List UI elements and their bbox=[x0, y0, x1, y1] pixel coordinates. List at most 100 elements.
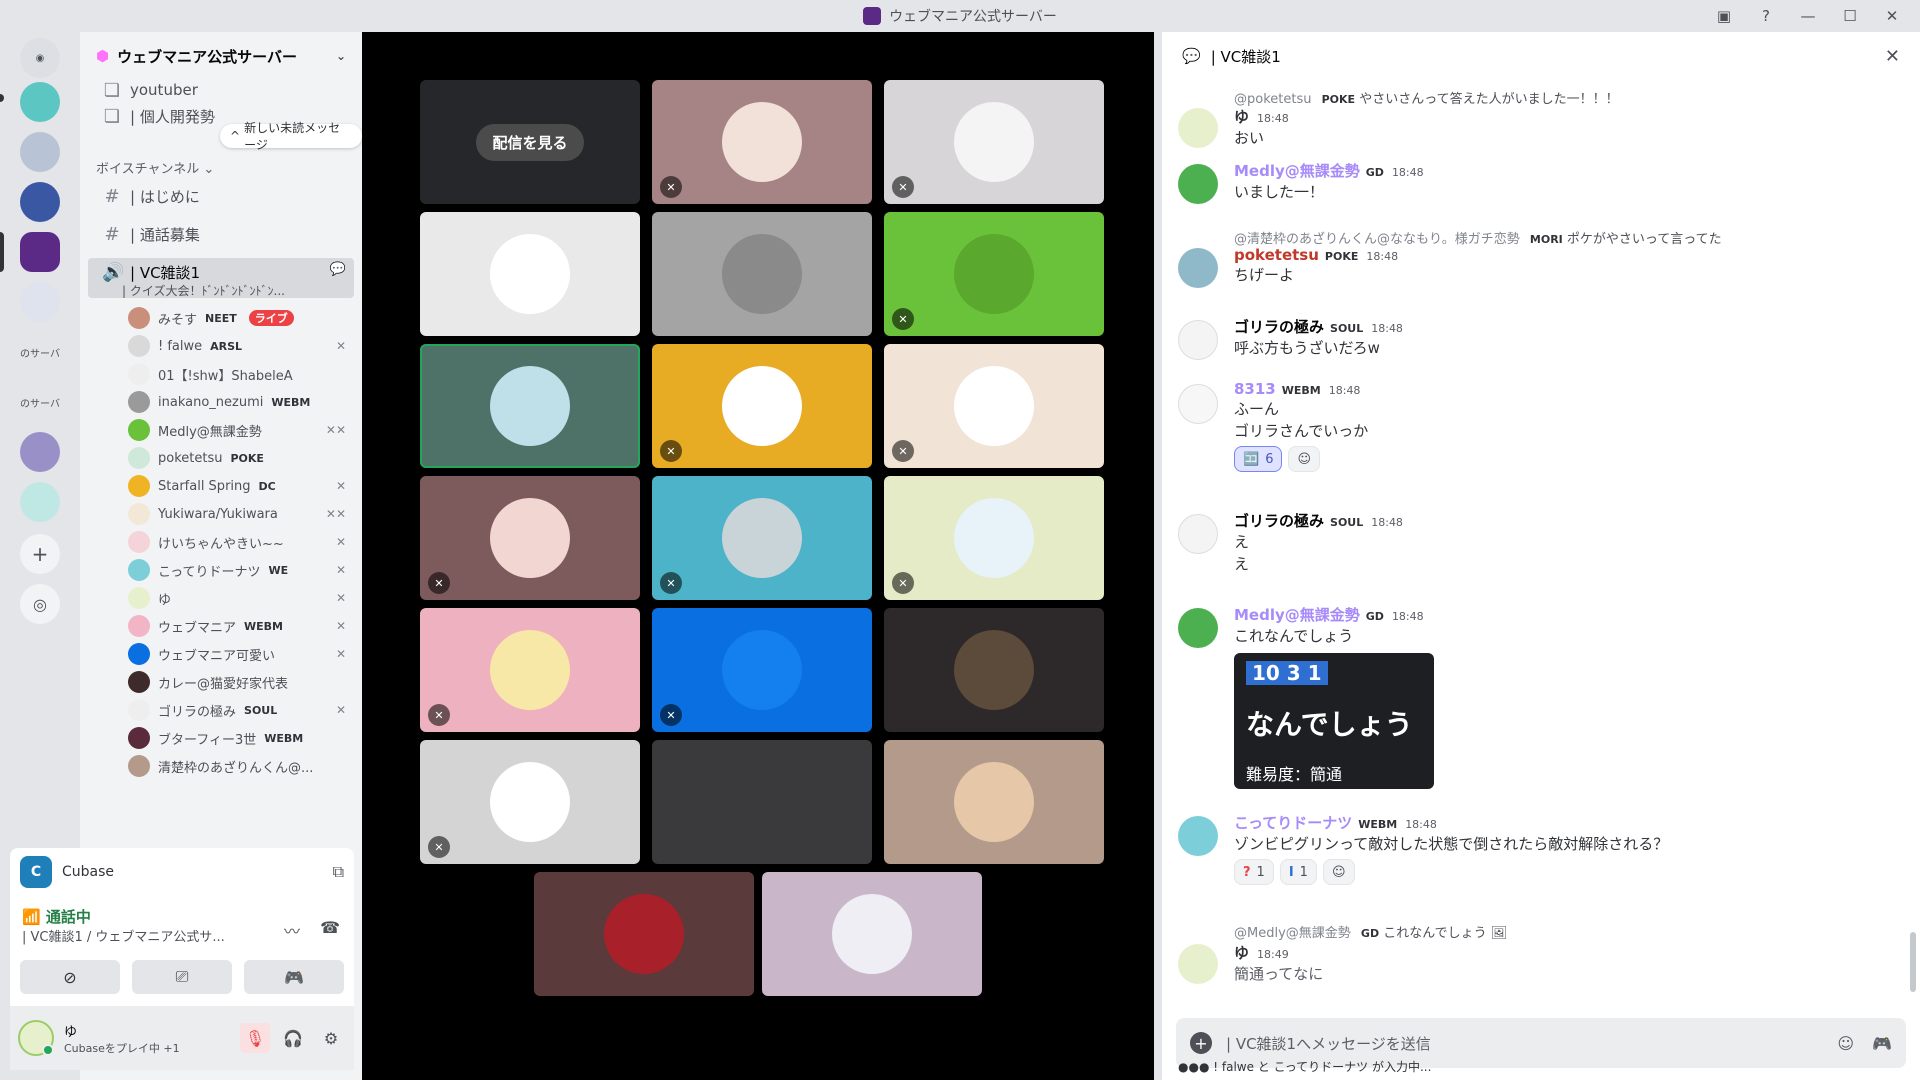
message-input[interactable]: | VC雑談1へメッセージを送信 bbox=[1226, 1033, 1431, 1054]
channel-hajimeni[interactable]: # | はじめに bbox=[88, 180, 354, 212]
server-icon-1[interactable] bbox=[20, 82, 60, 122]
headphones-icon[interactable]: 🎧 bbox=[278, 1023, 308, 1053]
participant-tile[interactable]: ✕ bbox=[420, 476, 640, 600]
avatar[interactable] bbox=[1178, 608, 1218, 648]
voice-user[interactable]: ウェブマニア可愛い ✕ bbox=[128, 640, 354, 668]
add-reaction-button[interactable]: ☺ bbox=[1322, 859, 1355, 885]
voice-user[interactable]: Starfall Spring DC ✕ bbox=[128, 472, 354, 500]
avatar[interactable] bbox=[1178, 944, 1218, 984]
avatar[interactable] bbox=[1178, 384, 1218, 424]
activity-button[interactable]: 🎮 bbox=[244, 960, 344, 994]
voice-user[interactable]: こってりドーナツ WE ✕ bbox=[128, 556, 354, 584]
noise-suppression-icon[interactable]: 〰 bbox=[284, 918, 300, 942]
voice-user[interactable]: 01【!shw】ShabeleA bbox=[128, 360, 354, 388]
message-author[interactable]: ゴリラの極み bbox=[1234, 512, 1324, 530]
message-author[interactable]: ゆ bbox=[1234, 108, 1249, 126]
participant-tile[interactable]: ✕ bbox=[652, 80, 872, 204]
message-author[interactable]: poketetsu bbox=[1234, 246, 1319, 264]
discover-icon[interactable]: ◎ bbox=[20, 584, 60, 624]
participant-tile[interactable]: ✕ bbox=[884, 344, 1104, 468]
server-icon-5[interactable] bbox=[20, 282, 60, 322]
avatar[interactable] bbox=[1178, 108, 1218, 148]
close-icon[interactable]: ✕ bbox=[1885, 46, 1900, 67]
reaction-button[interactable]: ? 1 bbox=[1234, 859, 1274, 885]
voice-user[interactable]: ゴリラの極み SOUL ✕ bbox=[128, 696, 354, 724]
message-author[interactable]: Medly@無課金勢 bbox=[1234, 162, 1360, 180]
reply-preview[interactable]: @Medly@無課金勢 GD これなんでしょう 🖼 bbox=[1234, 922, 1507, 941]
channel-call-recruit[interactable]: # | 通話募集 bbox=[88, 218, 354, 250]
add-reaction-button[interactable]: ☺ bbox=[1288, 446, 1321, 472]
server-icon-7[interactable] bbox=[20, 482, 60, 522]
participant-tile[interactable]: ✕ bbox=[652, 608, 872, 732]
participant-tile[interactable]: ✕ bbox=[420, 740, 640, 864]
reply-preview[interactable]: @清楚枠のあざりんくん@ななもり。様ガチ恋勢 MORI ポケがやさいって言ってた bbox=[1234, 228, 1722, 247]
voice-user[interactable]: みそす NEET ライブ bbox=[128, 304, 354, 332]
server-icon-3[interactable] bbox=[20, 182, 60, 222]
watch-stream-button[interactable]: 配信を見る bbox=[476, 123, 584, 161]
reaction-button[interactable]: I1 bbox=[1279, 859, 1317, 885]
stream-tile[interactable]: 配信を見る bbox=[420, 80, 640, 204]
voice-user[interactable]: 清楚枠のあざりんくん@... bbox=[128, 752, 354, 780]
help-icon[interactable]: ? bbox=[1746, 0, 1786, 32]
participant-tile[interactable]: ✕ bbox=[652, 344, 872, 468]
new-unread-button[interactable]: ^ 新しい未読メッセージ bbox=[220, 121, 362, 152]
voice-user[interactable]: Medly@無課金勢 ✕✕ bbox=[128, 416, 354, 444]
add-attachment-icon[interactable]: + bbox=[1190, 1032, 1212, 1054]
minimize-button[interactable]: — bbox=[1788, 0, 1828, 32]
server-icon-2[interactable] bbox=[20, 132, 60, 172]
activity-card[interactable]: C Cubase ⧉ bbox=[10, 848, 354, 896]
image-attachment[interactable]: 10 3 1 なんでしょう 難易度：簡通 bbox=[1234, 653, 1434, 789]
avatar[interactable] bbox=[1178, 164, 1218, 204]
participant-tile[interactable] bbox=[534, 872, 754, 996]
participant-tile[interactable] bbox=[652, 212, 872, 336]
camera-off-button[interactable]: ⊘ bbox=[20, 960, 120, 994]
voice-user[interactable]: カレー@猫愛好家代表 bbox=[128, 668, 354, 696]
avatar[interactable] bbox=[18, 1020, 54, 1056]
reply-preview[interactable]: @poketetsu POKE やさいさんって答えた人がいました一！！！ bbox=[1234, 88, 1619, 107]
message-author[interactable]: こってりドーナツ bbox=[1234, 814, 1352, 832]
server-header[interactable]: ⬢ ウェブマニア公式サーバー ⌄ bbox=[80, 32, 362, 80]
participant-tile[interactable] bbox=[420, 344, 640, 468]
voice-status[interactable]: 📶 通話中 bbox=[22, 906, 91, 927]
message-author[interactable]: Medly@無課金勢 bbox=[1234, 606, 1360, 624]
disconnect-icon[interactable]: ☎ bbox=[320, 918, 340, 942]
participant-tile[interactable]: ✕ bbox=[420, 608, 640, 732]
voice-user[interactable]: ブターフィー3世 WEBM bbox=[128, 724, 354, 752]
participant-tile[interactable] bbox=[884, 608, 1104, 732]
close-window-button[interactable]: ✕ bbox=[1872, 0, 1912, 32]
message[interactable]: @poketetsu POKE やさいさんって答えた人がいました一！！！ ゆ 18… bbox=[1178, 88, 1898, 158]
mic-muted-icon[interactable]: 🎙 bbox=[240, 1023, 270, 1053]
voice-user[interactable]: けいちゃんやきい~~ ✕ bbox=[128, 528, 354, 556]
activity-icon[interactable]: 🎮 bbox=[1872, 1034, 1892, 1053]
server-icon-webmania[interactable] bbox=[20, 232, 60, 272]
participant-tile[interactable]: ✕ bbox=[652, 476, 872, 600]
avatar[interactable] bbox=[1178, 248, 1218, 288]
voice-category[interactable]: ボイスチャンネル ⌄ bbox=[96, 158, 214, 177]
gear-icon[interactable]: ⚙ bbox=[316, 1023, 346, 1053]
voice-user[interactable]: Yukiwara/Yukiwara ✕✕ bbox=[128, 500, 354, 528]
inbox-icon[interactable]: ▣ bbox=[1704, 0, 1744, 32]
voice-user[interactable]: ウェブマニア WEBM ✕ bbox=[128, 612, 354, 640]
server-icon-6[interactable] bbox=[20, 432, 60, 472]
server-label-2[interactable]: のサーバ bbox=[20, 382, 60, 422]
participant-tile[interactable]: ✕ bbox=[884, 80, 1104, 204]
voice-user[interactable]: inakano_nezumi WEBM bbox=[128, 388, 354, 416]
chat-icon[interactable]: 💬 bbox=[330, 262, 346, 277]
participant-tile[interactable] bbox=[652, 740, 872, 864]
add-server-icon[interactable]: + bbox=[20, 534, 60, 574]
emoji-picker-icon[interactable]: ☺ bbox=[1837, 1034, 1854, 1053]
participant-tile[interactable]: ✕ bbox=[884, 476, 1104, 600]
avatar[interactable] bbox=[1178, 816, 1218, 856]
message-author[interactable]: ゆ bbox=[1234, 944, 1249, 962]
scrollbar[interactable] bbox=[1910, 932, 1916, 992]
voice-user[interactable]: ゆ ✕ bbox=[128, 584, 354, 612]
voice-user[interactable]: ! falwe ARSL ✕ bbox=[128, 332, 354, 360]
participant-tile[interactable] bbox=[884, 740, 1104, 864]
discord-home-icon[interactable]: ◉ bbox=[20, 38, 60, 78]
voice-user[interactable]: poketetsu POKE bbox=[128, 444, 354, 472]
participant-tile[interactable] bbox=[762, 872, 982, 996]
participant-tile[interactable] bbox=[420, 212, 640, 336]
user-info[interactable]: ゆ Cubaseをプレイ中 +1 bbox=[64, 1021, 180, 1056]
screen-share-button[interactable]: ⎚ bbox=[132, 960, 232, 994]
message-author[interactable]: ゴリラの極み bbox=[1234, 318, 1324, 336]
